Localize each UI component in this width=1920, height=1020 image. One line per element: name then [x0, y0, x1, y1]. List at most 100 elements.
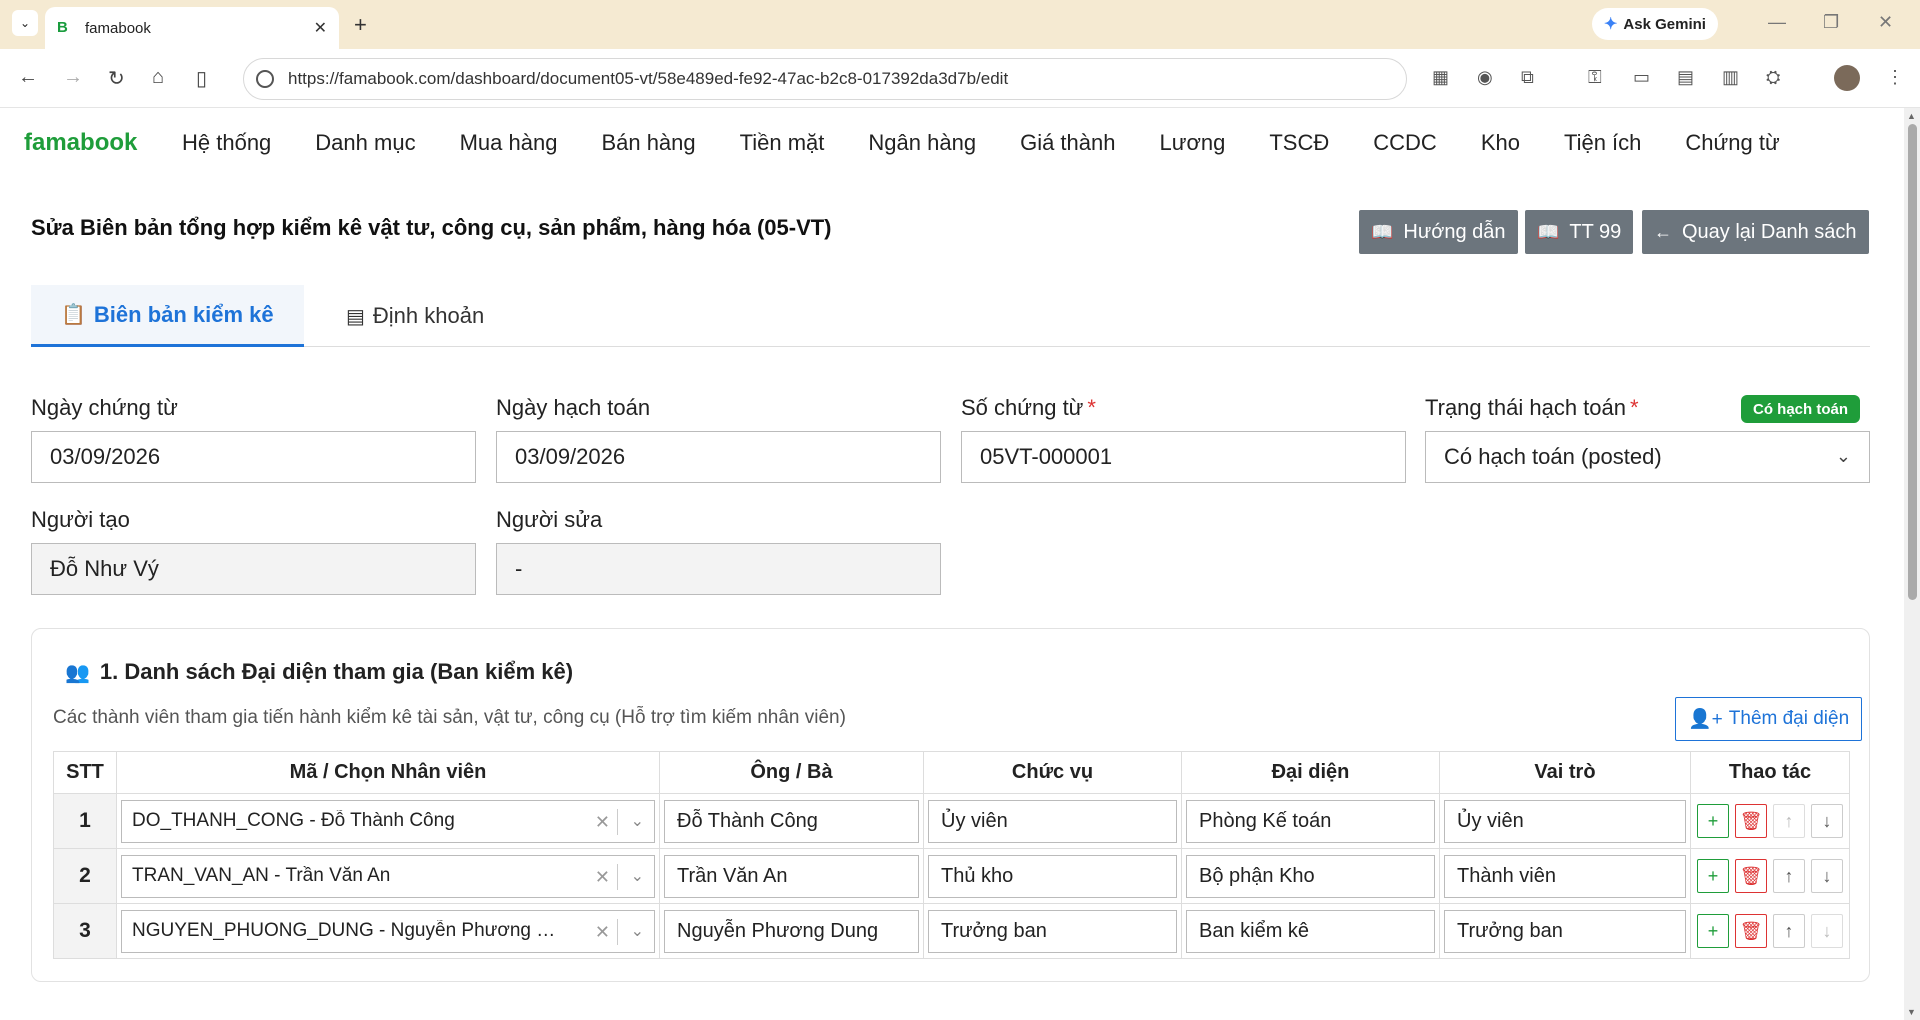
trash-icon[interactable]: 🗑 — [1735, 914, 1767, 948]
reload-icon[interactable]: ↻ — [108, 66, 125, 91]
menu-mua-hang[interactable]: Mua hàng — [460, 130, 558, 156]
menu-he-thong[interactable]: Hệ thống — [182, 130, 271, 156]
window-close-icon[interactable]: ✕ — [1878, 12, 1893, 33]
menu-tien-mat[interactable]: Tiền mặt — [740, 130, 825, 156]
row-actions: + 🗑 ↑ ↓ — [1695, 914, 1845, 948]
employee-select[interactable]: NGUYEN_PHUONG_DUNG - Nguyễn Phương … ✕ ⌄ — [121, 909, 655, 953]
table-row: 2 TRAN_VAN_AN - Trần Văn An ✕ ⌄ Trần Văn A… — [53, 848, 1850, 904]
trang-thai-select[interactable]: Có hạch toán (posted) ⌄ — [1425, 431, 1870, 483]
trash-icon[interactable]: 🗑 — [1735, 859, 1767, 893]
vai-tro-input[interactable]: Ủy viên — [1444, 799, 1686, 843]
menu-danh-muc[interactable]: Danh mục — [315, 130, 415, 156]
minimize-icon[interactable]: — — [1768, 12, 1786, 33]
arrow-down-icon[interactable]: ↓ — [1811, 914, 1843, 948]
screenshot-icon[interactable]: ◉ — [1477, 67, 1493, 88]
clear-icon[interactable]: ✕ — [595, 812, 610, 833]
ngay-chung-tu-field[interactable]: 03/09/2026 — [31, 431, 476, 483]
chevron-down-icon[interactable]: ⌄ — [631, 866, 644, 886]
chevron-down-icon[interactable]: ⌄ — [631, 921, 644, 941]
tt99-button[interactable]: 📖 TT 99 — [1525, 210, 1634, 254]
scroll-down-icon[interactable]: ▼ — [1907, 1007, 1916, 1017]
chuc-vu-input[interactable]: Trưởng ban — [928, 909, 1177, 953]
reader-icon[interactable]: ▯ — [196, 66, 207, 91]
tab-bien-ban-kiem-ke[interactable]: 📋 Biên bản kiểm kê — [31, 285, 304, 347]
back-to-list-button[interactable]: ← Quay lại Danh sách — [1642, 210, 1869, 254]
incognito-icon[interactable]: ⛭ — [1766, 67, 1780, 88]
so-chung-tu-field[interactable]: 05VT-000001 — [961, 431, 1406, 483]
ngay-hach-toan-field[interactable]: 03/09/2026 — [496, 431, 941, 483]
scroll-up-icon[interactable]: ▲ — [1907, 111, 1916, 121]
tab-dinh-khoan[interactable]: ▤ Định khoản — [346, 285, 484, 347]
scrollbar-thumb[interactable] — [1908, 124, 1917, 600]
home-icon[interactable]: ⌂ — [152, 66, 164, 89]
ong-ba-input[interactable]: Đỗ Thành Công — [664, 799, 919, 843]
url-bar[interactable]: https://famabook.com/dashboard/document0… — [243, 58, 1407, 100]
ask-gemini-button[interactable]: ✦ Ask Gemini — [1592, 8, 1718, 40]
menu-ngan-hang[interactable]: Ngân hàng — [868, 130, 976, 156]
clipboard-icon: 📋 — [61, 304, 86, 326]
back-icon[interactable]: ← — [18, 66, 38, 89]
select-divider — [617, 808, 618, 835]
tab-search-icon[interactable]: ⌄ — [12, 10, 38, 36]
vai-tro-input[interactable]: Trưởng ban — [1444, 909, 1686, 953]
guide-button[interactable]: 📖 Hướng dẫn — [1359, 210, 1518, 254]
dai-dien-input[interactable]: Bộ phận Kho — [1186, 854, 1435, 898]
vai-tro-input[interactable]: Thành viên — [1444, 854, 1686, 898]
employee-select[interactable]: DO_THANH_CONG - Đỗ Thành Công ✕ ⌄ — [121, 799, 655, 843]
chevron-down-icon: ⌄ — [1835, 446, 1851, 466]
arrow-up-icon[interactable]: ↑ — [1773, 914, 1805, 948]
forward-icon[interactable]: → — [63, 66, 83, 89]
menu-kho[interactable]: Kho — [1481, 130, 1520, 156]
row-actions: + 🗑 ↑ ↓ — [1695, 859, 1845, 893]
tab-label: Định khoản — [372, 303, 485, 328]
brand-logo[interactable]: famabook — [24, 129, 182, 157]
employee-select[interactable]: TRAN_VAN_AN - Trần Văn An ✕ ⌄ — [121, 854, 655, 898]
password-key-icon[interactable]: ⚿ — [1588, 67, 1602, 88]
ong-ba-input[interactable]: Trần Văn An — [664, 854, 919, 898]
browser-tab[interactable]: B famabook ✕ — [45, 7, 339, 49]
profile-avatar[interactable] — [1834, 65, 1860, 91]
menu-luong[interactable]: Lương — [1159, 130, 1225, 156]
journal-icon: ▤ — [346, 305, 365, 328]
add-row-icon[interactable]: + — [1697, 859, 1729, 893]
qr-icon[interactable]: ▦ — [1432, 67, 1449, 88]
extension-icon[interactable]: ⧉ — [1521, 67, 1534, 88]
new-tab-icon[interactable]: + — [354, 12, 367, 38]
menu-ccdc[interactable]: CCDC — [1373, 130, 1437, 156]
trang-thai-label-text: Trạng thái hạch toán — [1425, 395, 1626, 420]
close-tab-icon[interactable]: ✕ — [314, 18, 327, 38]
more-menu-icon[interactable]: ⋮ — [1886, 67, 1904, 88]
chuc-vu-input[interactable]: Thủ kho — [928, 854, 1177, 898]
menu-tscd[interactable]: TSCĐ — [1269, 130, 1329, 156]
site-info-icon[interactable] — [256, 70, 274, 88]
trash-icon[interactable]: 🗑 — [1735, 804, 1767, 838]
reading-list-icon[interactable]: ▤ — [1677, 67, 1694, 88]
page-scrollbar[interactable]: ▲ ▼ — [1904, 108, 1920, 1020]
add-row-icon[interactable]: + — [1697, 804, 1729, 838]
menu-ban-hang[interactable]: Bán hàng — [601, 130, 695, 156]
table-icon[interactable]: ▥ — [1722, 67, 1739, 88]
menu-chung-tu[interactable]: Chứng từ — [1685, 130, 1779, 156]
chevron-down-icon[interactable]: ⌄ — [631, 811, 644, 831]
arrow-down-icon[interactable]: ↓ — [1811, 804, 1843, 838]
dai-dien-input[interactable]: Ban kiểm kê — [1186, 909, 1435, 953]
arrow-up-icon[interactable]: ↑ — [1773, 804, 1805, 838]
favicon-icon: B — [57, 19, 68, 36]
menu-tien-ich[interactable]: Tiện ích — [1564, 130, 1641, 156]
ong-ba-input[interactable]: Nguyễn Phương Dung — [664, 909, 919, 953]
add-row-icon[interactable]: + — [1697, 914, 1729, 948]
trang-thai-label: Trạng thái hạch toán * — [1425, 395, 1639, 421]
arrow-down-icon[interactable]: ↓ — [1811, 859, 1843, 893]
chuc-vu-input[interactable]: Ủy viên — [928, 799, 1177, 843]
card-icon[interactable]: ▭ — [1633, 67, 1650, 88]
add-representative-button[interactable]: 👤+ Thêm đại diện — [1675, 697, 1863, 741]
arrow-up-icon[interactable]: ↑ — [1773, 859, 1805, 893]
dai-dien-input[interactable]: Phòng Kế toán — [1186, 799, 1435, 843]
so-chung-tu-label-text: Số chứng từ — [961, 395, 1084, 420]
menu-gia-thanh[interactable]: Giá thành — [1020, 130, 1115, 156]
nguoi-tao-label: Người tạo — [31, 507, 130, 532]
maximize-icon[interactable]: ❐ — [1823, 12, 1839, 33]
clear-icon[interactable]: ✕ — [595, 867, 610, 888]
status-badge: Có hạch toán — [1741, 395, 1861, 423]
clear-icon[interactable]: ✕ — [595, 922, 610, 943]
